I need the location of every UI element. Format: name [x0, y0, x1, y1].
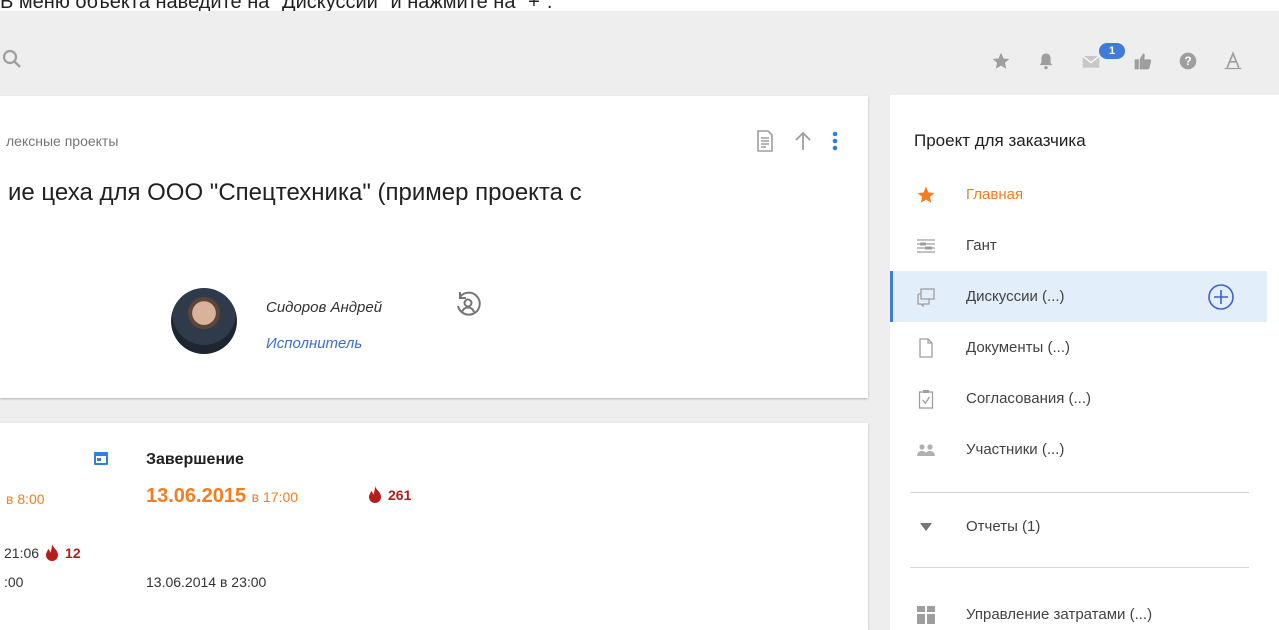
mail-icon[interactable]: 1	[1081, 43, 1125, 71]
project-card: лексные проекты ие цеха для ООО "Спецтех…	[0, 96, 868, 398]
sidebar-item-documents[interactable]: Документы (...)	[890, 322, 1267, 373]
reassign-icon[interactable]	[452, 289, 484, 321]
star-icon	[916, 185, 936, 205]
fire-icon	[369, 486, 381, 503]
sidebar-title: Проект для заказчика	[914, 131, 1086, 150]
sidebar-item-label: Главная	[966, 186, 1024, 203]
thumbs-up-icon[interactable]	[1133, 51, 1153, 71]
sidebar-item-label: Дискуссии (...)	[966, 288, 1065, 305]
cost-icon	[916, 605, 936, 625]
end-overdue-days: 261	[388, 487, 412, 503]
sidebar-item-label: Управление затратами (...)	[966, 606, 1153, 623]
approval-icon	[916, 389, 936, 409]
discussion-icon	[916, 287, 936, 307]
sidebar-divider	[910, 567, 1249, 568]
sidebar-divider	[910, 492, 1249, 493]
top-bar: 1 ?	[0, 11, 1279, 95]
gantt-icon	[916, 236, 936, 256]
row2-time: 21:06	[4, 545, 40, 561]
end-date: 13.06.2015 в 17:00	[146, 485, 298, 508]
bell-icon[interactable]	[1036, 51, 1056, 71]
avatar[interactable]	[171, 288, 237, 354]
sidebar-item-approvals[interactable]: Согласования (...)	[890, 373, 1267, 424]
sidebar-item-reports[interactable]: Отчеты (1)	[890, 501, 1267, 552]
project-title: ие цеха для ООО "Спецтехника" (пример пр…	[8, 179, 582, 206]
sidebar-item-label: Отчеты (1)	[966, 518, 1041, 535]
end-time: в 17:00	[251, 489, 299, 505]
mail-badge: 1	[1099, 43, 1125, 59]
search-icon[interactable]	[2, 49, 22, 69]
document-icon	[916, 337, 936, 358]
sidebar-item-label: Согласования (...)	[966, 390, 1092, 407]
fire-icon	[46, 544, 59, 561]
more-vert-icon[interactable]	[832, 131, 838, 151]
schedule-card: в 8:00 Завершение 13.06.2015 в 17:00 261…	[0, 423, 868, 630]
object-menu: Проект для заказчика Главная Гант Дискус…	[890, 95, 1279, 630]
sidebar-item-gantt[interactable]: Гант	[890, 220, 1267, 271]
row3-mid: 13.06.2014 в 23:00	[146, 574, 267, 590]
person-role[interactable]: Исполнитель	[266, 335, 362, 352]
breadcrumb[interactable]: лексные проекты	[6, 133, 118, 149]
sidebar-item-label: Гант	[966, 237, 997, 254]
report-icon[interactable]	[756, 130, 774, 152]
sidebar-item-discussions[interactable]: Дискуссии (...)	[890, 271, 1267, 322]
sidebar-item-label: Участники (...)	[966, 441, 1065, 458]
people-icon	[916, 440, 936, 460]
svg-text:?: ?	[1184, 55, 1191, 68]
triangle-down-icon	[916, 517, 936, 537]
top-icons: 1 ?	[966, 43, 1243, 71]
font-icon[interactable]	[1223, 51, 1243, 71]
help-icon[interactable]: ?	[1178, 51, 1198, 71]
sidebar-item-main[interactable]: Главная	[890, 169, 1267, 220]
arrow-up-icon[interactable]	[794, 131, 812, 151]
calendar-icon[interactable]	[93, 450, 109, 466]
instruction-text: В меню объекта наведите на "Дискуссии" и…	[0, 0, 553, 13]
sidebar-item-cost-management[interactable]: Управление затратами (...)	[890, 589, 1267, 630]
row2-left: 21:06 12	[4, 544, 81, 562]
sidebar-item-participants[interactable]: Участники (...)	[890, 424, 1267, 475]
start-time: в 8:00	[6, 491, 45, 507]
row2-overdue-days: 12	[65, 545, 81, 561]
row3-left: :00	[4, 574, 24, 590]
add-discussion-button[interactable]	[1206, 282, 1236, 312]
end-date-value: 13.06.2015	[146, 485, 247, 507]
end-overdue: 261	[368, 486, 411, 504]
card-actions	[756, 130, 838, 152]
sidebar-item-label: Документы (...)	[966, 339, 1070, 356]
end-label: Завершение	[146, 451, 244, 468]
person-name[interactable]: Сидоров Андрей	[266, 299, 382, 316]
star-icon[interactable]	[991, 51, 1011, 71]
